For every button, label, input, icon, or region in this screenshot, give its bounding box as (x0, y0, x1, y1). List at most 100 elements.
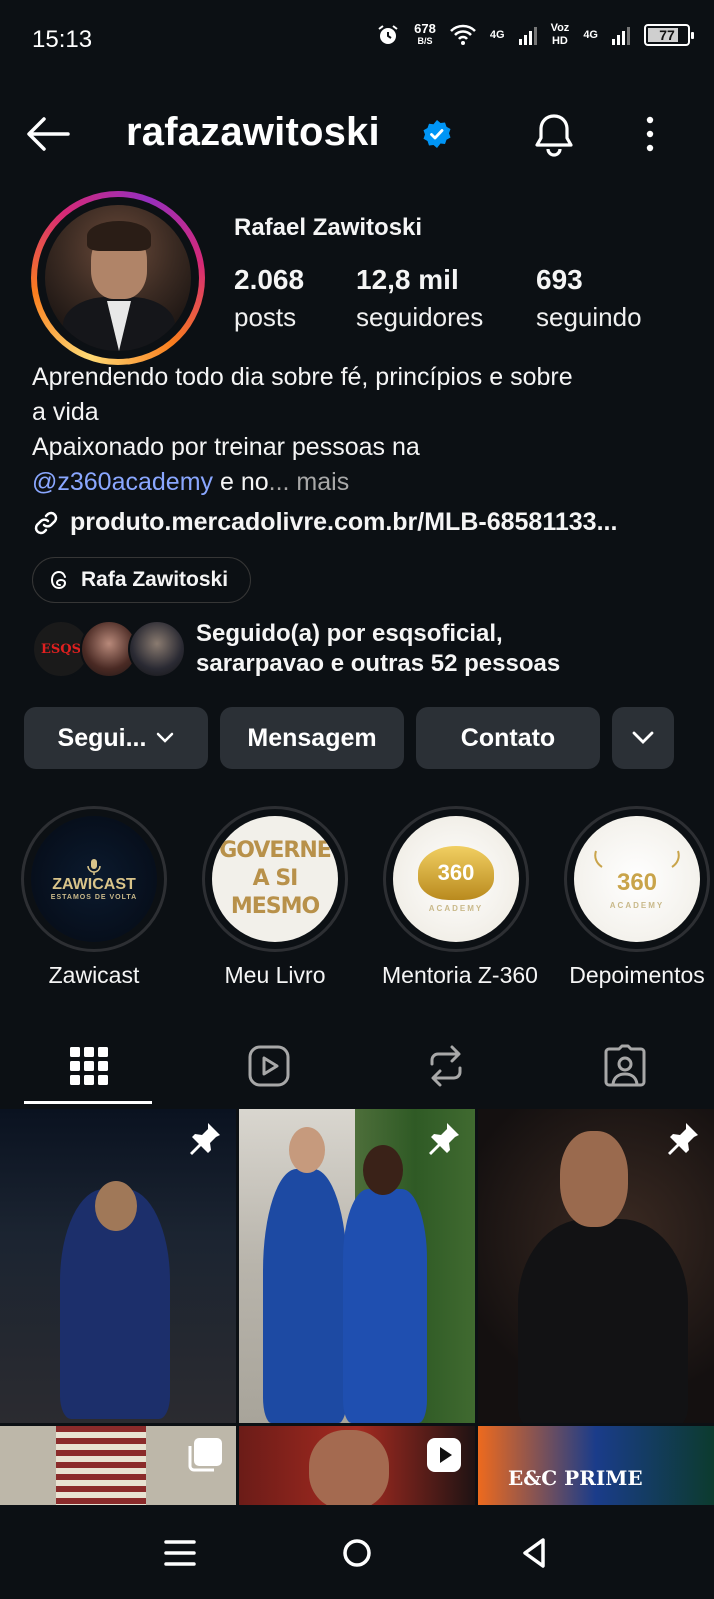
highlight-meu-livro[interactable]: GOVERNE A SI MESMO Meu Livro (201, 806, 349, 989)
highlight-label: Meu Livro (224, 962, 326, 988)
post-thumbnail[interactable] (0, 1109, 236, 1423)
profile-actions: Segui... Mensagem Contato (24, 707, 674, 769)
system-nav-bar (0, 1505, 714, 1599)
pin-icon (668, 1123, 698, 1155)
post-thumbnail[interactable] (239, 1109, 475, 1423)
wifi-icon (449, 24, 476, 45)
profile-bio: Aprendendo todo dia sobre fé, princípios… (32, 360, 682, 500)
reposts-icon (430, 1045, 462, 1087)
pin-icon (190, 1123, 220, 1155)
verified-badge-icon (423, 120, 451, 148)
tab-posts-grid[interactable] (24, 1027, 154, 1105)
alarm-icon (378, 25, 398, 44)
following-label: Segui... (57, 723, 147, 752)
highlight-label: Depoimentos (569, 962, 705, 988)
contact-button[interactable]: Contato (416, 707, 600, 769)
carousel-icon (188, 1438, 222, 1472)
bio-line: a vida (32, 398, 99, 426)
stat-label: seguindo (536, 302, 642, 332)
signal-1: 4G (490, 29, 505, 42)
following-button[interactable]: Segui... (24, 707, 208, 769)
message-button[interactable]: Mensagem (220, 707, 404, 769)
highlight-zawicast[interactable]: ZAWICAST ESTAMOS DE VOLTA Zawicast (20, 806, 168, 989)
mutual-avatar (128, 620, 186, 678)
followed-by-line: Seguido(a) por esqsoficial, (196, 620, 503, 647)
speed-unit: B/S (417, 36, 433, 46)
laurel-icon (594, 850, 680, 868)
story-ring[interactable] (31, 191, 205, 365)
bio-line: @z360academy e no... mais (32, 465, 682, 500)
net1-label: 4G (489, 28, 505, 41)
stat-label: posts (234, 302, 297, 332)
profile-full-name: Rafael Zawitoski (234, 214, 423, 241)
back-icon[interactable] (514, 1533, 554, 1573)
followed-by[interactable]: ESQS Seguido(a) por esqsoficial, sararpa… (32, 618, 560, 680)
active-tab-indicator (24, 1101, 152, 1104)
profile-tabs (0, 1027, 714, 1107)
tab-tagged[interactable] (560, 1027, 690, 1105)
home-icon[interactable] (337, 1533, 377, 1573)
stat-value: 12,8 mil (356, 264, 459, 295)
volte-indicator: Voz HD (551, 22, 570, 48)
chevron-down-icon (632, 731, 654, 744)
chevron-down-icon (157, 732, 174, 743)
bio-line: Apaixonado por treinar pessoas na (32, 433, 420, 461)
profile-header: rafazawitoski (0, 100, 714, 170)
stat-value: 2.068 (234, 264, 305, 295)
highlight-cover-subtitle: ACADEMY (428, 903, 484, 913)
bio-more-link[interactable]: ... mais (269, 468, 350, 496)
highlight-cover-line: A SI MESMO (230, 866, 320, 919)
status-bar: 15:13 678 B/S 4G Voz HD 4G 77 (0, 0, 714, 80)
post-caption-overlay: E&C PRIME (508, 1466, 643, 1490)
signal-bars-icon (612, 27, 630, 45)
speed-value: 678 (414, 21, 436, 36)
highlight-depoimentos[interactable]: 360 ACADEMY Depoimentos (563, 806, 711, 989)
suggested-accounts-button[interactable] (612, 707, 674, 769)
post-thumbnail[interactable] (478, 1109, 714, 1423)
hd-label: HD (551, 35, 568, 47)
followed-by-line: sararpavao e outras 52 pessoas (196, 650, 561, 677)
posts-grid: E&C PRIME (0, 1109, 714, 1505)
net2-label: 4G (583, 28, 598, 41)
signal-bars-icon (518, 27, 537, 45)
bio-text: e no (213, 468, 269, 496)
bio-line: Aprendendo todo dia sobre fé, princípios… (32, 363, 573, 391)
back-arrow-icon[interactable] (24, 114, 72, 154)
tab-reposts[interactable] (381, 1027, 511, 1105)
link-text: produto.mercadolivre.com.br/MLB-68581133… (70, 508, 618, 536)
highlight-cover: GOVERNE A SI MESMO (212, 816, 338, 942)
profile-avatar[interactable] (45, 205, 191, 351)
status-time: 15:13 (32, 26, 93, 53)
tab-reels[interactable] (204, 1027, 334, 1105)
highlight-cover-title: ZAWICAST (52, 875, 136, 893)
story-highlights: ZAWICAST ESTAMOS DE VOLTA Zawicast GOVER… (0, 806, 714, 996)
stat-following[interactable]: 693 seguindo (536, 264, 642, 333)
battery-level: 77 (659, 27, 675, 43)
tagged-icon (604, 1044, 646, 1087)
highlight-cover: 360 ACADEMY (393, 816, 519, 942)
bell-icon[interactable] (532, 110, 576, 158)
network-speed: 678 B/S (414, 22, 436, 48)
microphone-icon (87, 858, 101, 875)
highlight-cover: ZAWICAST ESTAMOS DE VOLTA (31, 816, 157, 942)
highlight-cover-title: 360 (616, 868, 658, 896)
recent-apps-icon[interactable] (160, 1533, 200, 1573)
highlight-label: Mentoria Z-360 (382, 962, 538, 988)
pin-icon (429, 1123, 459, 1155)
stat-posts[interactable]: 2.068 posts (234, 264, 304, 333)
threads-icon (50, 570, 67, 590)
highlight-cover-title: 360 (437, 859, 475, 885)
mention-link[interactable]: @z360academy (32, 468, 213, 496)
stat-followers[interactable]: 12,8 mil seguidores (356, 264, 483, 333)
reel-play-icon (427, 1438, 461, 1472)
threads-badge[interactable]: Rafa Zawitoski (32, 557, 252, 603)
highlight-mentoria[interactable]: 360 ACADEMY Mentoria Z-360 (382, 806, 538, 989)
more-vertical-icon[interactable] (640, 114, 660, 154)
post-thumbnail[interactable] (0, 1426, 236, 1505)
post-thumbnail[interactable] (239, 1426, 475, 1505)
voz-label: Voz (550, 22, 570, 34)
grid-icon (70, 1047, 108, 1085)
post-thumbnail[interactable]: E&C PRIME (478, 1426, 714, 1505)
profile-link[interactable]: produto.mercadolivre.com.br/MLB-68581133… (32, 508, 617, 537)
profile-username: rafazawitoski (126, 110, 380, 154)
